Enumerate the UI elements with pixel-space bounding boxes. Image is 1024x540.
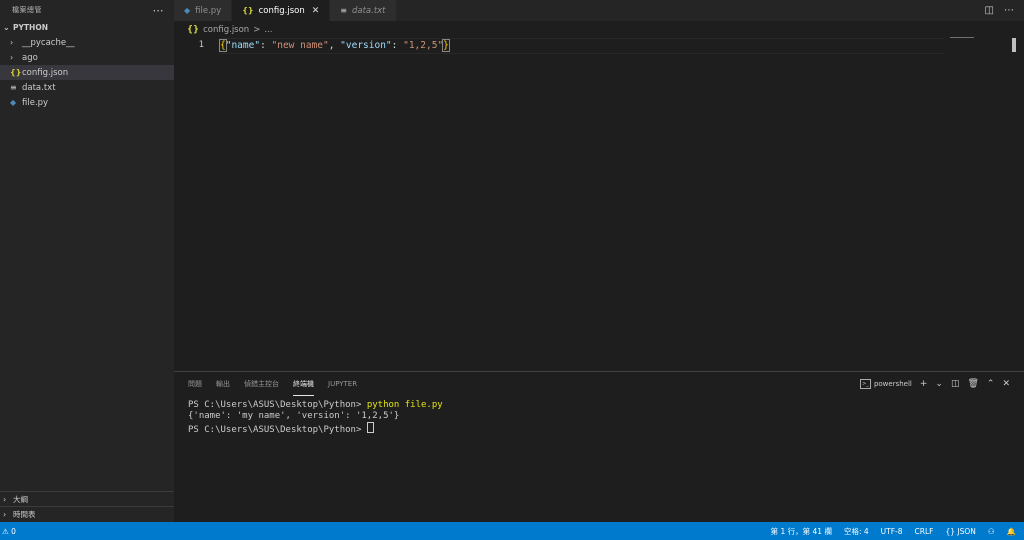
file-data-txt[interactable]: ≡ data.txt	[0, 80, 174, 95]
project-folder[interactable]: ⌄ PYTHON	[0, 20, 174, 35]
explorer-sidebar: 檔案總管 ⋯ ⌄ PYTHON › __pycache__ › ago {} c…	[0, 0, 174, 522]
folder-pycache[interactable]: › __pycache__	[0, 35, 174, 50]
warnings-indicator[interactable]: ⚠ 0	[2, 527, 16, 536]
python-file-icon: ◆	[10, 98, 17, 107]
chevron-up-icon[interactable]: ⌃	[987, 379, 995, 389]
chevron-right-icon: ›	[3, 494, 7, 504]
json-file-icon: {}	[242, 6, 254, 15]
json-file-icon: {}	[187, 25, 200, 35]
explorer-title: 檔案總管	[12, 6, 42, 14]
timeline-section[interactable]: › 時間表	[0, 506, 174, 521]
panel-tabs: 問題 輸出 偵錯主控台 終端機 JUPYTER	[188, 372, 357, 396]
cursor-position[interactable]: 第 1 行，第 41 欄	[771, 526, 832, 537]
text-file-icon: ≡	[10, 83, 17, 92]
outline-label: 大綱	[13, 494, 28, 504]
json-key: "version"	[340, 39, 392, 51]
json-file-icon: {}	[10, 68, 22, 77]
json-key: "name"	[225, 39, 261, 51]
tab-terminal[interactable]: 終端機	[293, 372, 314, 396]
json-string: "new name"	[271, 39, 329, 51]
language-mode[interactable]: {} JSON	[945, 527, 975, 536]
tab-output[interactable]: 輸出	[216, 372, 230, 396]
tab-label: file.py	[195, 5, 222, 16]
python-file-icon: ◆	[184, 6, 191, 15]
ellipsis-icon[interactable]: ⋯	[153, 4, 165, 17]
editor-actions: ◫ ⋯	[985, 0, 1014, 21]
chevron-right-icon: ›	[10, 53, 14, 62]
split-editor-icon[interactable]: ◫	[985, 5, 994, 16]
file-file-py[interactable]: ◆ file.py	[0, 95, 174, 110]
plus-icon[interactable]: +	[920, 379, 928, 389]
chevron-down-icon: ⌄	[3, 23, 10, 32]
editor-tab-bar: ◆ file.py {} config.json ✕ ≡ data.txt ◫ …	[174, 0, 1024, 21]
code-text[interactable]: {"name": "new name", "version": "1,2,5"}	[219, 38, 450, 52]
terminal-selector[interactable]: >_ powershell	[859, 379, 912, 389]
json-string: "1,2,5"	[403, 39, 444, 51]
tree-item-label: data.txt	[22, 82, 56, 93]
shell-name: powershell	[873, 380, 912, 388]
tab-debug-console[interactable]: 偵錯主控台	[244, 372, 279, 396]
line-ending[interactable]: CRLF	[915, 527, 934, 536]
terminal-prompt: PS C:\Users\ASUS\Desktop\Python>	[188, 400, 367, 410]
breadcrumb-file[interactable]: config.json	[203, 25, 249, 35]
terminal-command: python file.py	[366, 400, 443, 410]
bell-icon[interactable]: 🔔	[1007, 527, 1016, 536]
bracket-close: }	[442, 38, 450, 52]
tree-item-label: ago	[22, 52, 38, 63]
explorer-header: 檔案總管 ⋯	[0, 0, 174, 20]
tab-config-json[interactable]: {} config.json ✕	[232, 0, 331, 21]
text-file-icon: ≡	[340, 6, 347, 15]
breadcrumb-rest[interactable]: ...	[264, 25, 272, 35]
json-comma: ,	[328, 39, 341, 51]
terminal-cursor	[366, 422, 374, 433]
breadcrumb-separator: >	[253, 25, 261, 35]
terminal-icon: >_	[859, 379, 871, 389]
timeline-label: 時間表	[13, 509, 36, 519]
json-colon: :	[260, 39, 272, 51]
json-colon: :	[391, 39, 404, 51]
language-label: JSON	[957, 526, 976, 536]
terminal-prompt: PS C:\Users\ASUS\Desktop\Python>	[188, 425, 367, 435]
tab-label: config.json	[258, 5, 305, 16]
tree-item-label: file.py	[22, 97, 49, 108]
line-number: 1	[198, 40, 204, 50]
outline-section[interactable]: › 大綱	[0, 491, 174, 506]
indentation[interactable]: 空格: 4	[844, 526, 869, 537]
tab-data-txt[interactable]: ≡ data.txt	[330, 0, 397, 21]
breadcrumb: {} config.json > ...	[187, 24, 272, 36]
status-bar: ⚠ 0 第 1 行，第 41 欄 空格: 4 UTF-8 CRLF {} JSO…	[0, 522, 1024, 540]
tab-jupyter[interactable]: JUPYTER	[328, 372, 357, 396]
terminal-result: {'name': 'my name', 'version': '1,2,5'}	[188, 411, 400, 421]
json-icon: {}	[945, 526, 956, 536]
file-config-json[interactable]: {} config.json	[0, 65, 174, 80]
chevron-right-icon: ›	[3, 509, 7, 519]
tab-problems[interactable]: 問題	[188, 372, 202, 396]
tab-label: data.txt	[351, 5, 386, 16]
ellipsis-icon[interactable]: ⋯	[1004, 5, 1014, 16]
code-editor[interactable]: 1 {"name": "new name", "version": "1,2,5…	[174, 36, 1024, 371]
code-line[interactable]: 1 {"name": "new name", "version": "1,2,5…	[174, 38, 944, 52]
panel-actions: >_ powershell + ⌄ ◫ 🗑 ⌃ ✕	[859, 377, 1010, 391]
encoding[interactable]: UTF-8	[881, 527, 903, 536]
folder-ago[interactable]: › ago	[0, 50, 174, 65]
chevron-right-icon: ›	[10, 38, 14, 47]
terminal-output[interactable]: PS C:\Users\ASUS\Desktop\Python> python …	[188, 400, 443, 436]
tree-item-label: config.json	[22, 67, 69, 78]
scrollbar-marker[interactable]	[1012, 38, 1016, 52]
split-terminal-icon[interactable]: ◫	[951, 379, 960, 389]
terminal-panel: 問題 輸出 偵錯主控台 終端機 JUPYTER >_ powershell + …	[174, 371, 1024, 522]
tab-file-py[interactable]: ◆ file.py	[174, 0, 233, 21]
close-icon[interactable]: ✕	[1002, 379, 1010, 389]
project-label: PYTHON	[13, 23, 48, 32]
account-icon[interactable]: ⚇	[988, 527, 995, 536]
tree-item-label: __pycache__	[22, 37, 75, 48]
close-icon[interactable]: ✕	[312, 6, 320, 16]
trash-icon[interactable]: 🗑	[967, 379, 978, 389]
minimap[interactable]	[950, 37, 974, 38]
chevron-down-icon[interactable]: ⌄	[935, 379, 943, 389]
